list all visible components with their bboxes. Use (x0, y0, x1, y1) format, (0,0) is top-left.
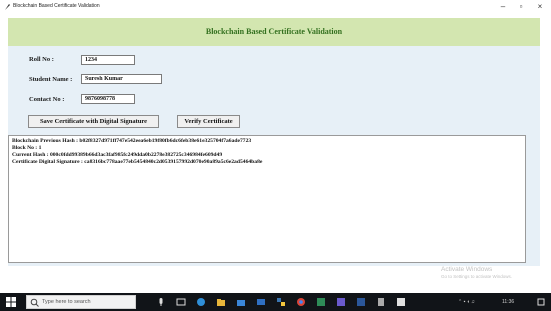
windows-start-icon[interactable] (6, 297, 16, 307)
save-certificate-button[interactable]: Save Certificate with Digital Signature (28, 115, 159, 128)
current-hash-line: Current Hash : 000c0fdd99389b66d3ac3faf9… (12, 152, 223, 158)
mail-icon[interactable] (256, 297, 266, 307)
roll-no-label: Roll No : (29, 56, 54, 63)
watermark-title: Activate Windows (441, 266, 493, 273)
store-icon[interactable] (236, 297, 246, 307)
taskbar-search-box[interactable]: Type here to search (26, 295, 136, 309)
maximize-button[interactable]: ▫ (514, 1, 528, 13)
previous-hash-line: Blockchain Previous Hash : b02f8327d971f… (12, 138, 252, 144)
feather-app-icon (5, 4, 10, 10)
page-title: Blockchain Based Certificate Validation (205, 27, 343, 36)
clock-time[interactable]: 11:36 (502, 297, 514, 307)
watermark-subtitle: Go to Settings to activate Windows. (441, 274, 513, 279)
contact-no-label: Contact No : (29, 96, 65, 103)
window-title: Blockchain Based Certificate Validation (13, 3, 100, 9)
task-view-icon[interactable] (176, 297, 186, 307)
chrome-icon[interactable] (296, 297, 306, 307)
notification-icon[interactable] (536, 297, 546, 307)
terminal-icon[interactable] (316, 297, 326, 307)
digital-signature-line: Certificate Digital Signature : ca8316bc… (12, 159, 263, 165)
tray-icons[interactable]: ⌃ ▪ ◖ ♫ (458, 297, 475, 307)
activate-windows-watermark: Activate Windows Go to Settings to activ… (441, 266, 512, 280)
roll-no-input[interactable] (81, 55, 135, 65)
contact-no-input[interactable] (81, 94, 135, 104)
notepad-icon[interactable] (376, 297, 386, 307)
word-icon[interactable] (356, 297, 366, 307)
search-placeholder: Type here to search (42, 299, 91, 305)
verify-certificate-button[interactable]: Verify Certificate (177, 115, 240, 128)
file-explorer-icon[interactable] (216, 297, 226, 307)
block-no-line: Block No : 1 (12, 145, 42, 151)
microphone-icon[interactable] (156, 297, 166, 307)
result-textarea[interactable]: Blockchain Previous Hash : b02f8327d971f… (8, 135, 526, 263)
student-name-input[interactable] (81, 74, 162, 84)
taskbar: Type here to search ⌃ ▪ ◖ ♫ 11:36 (0, 293, 551, 311)
window-titlebar: Blockchain Based Certificate Validation … (0, 0, 551, 14)
student-name-label: Student Name : (29, 76, 73, 83)
edge-browser-icon[interactable] (196, 297, 206, 307)
search-icon (30, 298, 39, 307)
minimize-button[interactable]: – (496, 1, 510, 13)
feather-app-taskbar-icon[interactable] (396, 297, 406, 307)
python-icon[interactable] (276, 297, 286, 307)
close-button[interactable]: × (533, 1, 547, 13)
paint-icon[interactable] (336, 297, 346, 307)
header-banner: Blockchain Based Certificate Validation (8, 18, 540, 46)
